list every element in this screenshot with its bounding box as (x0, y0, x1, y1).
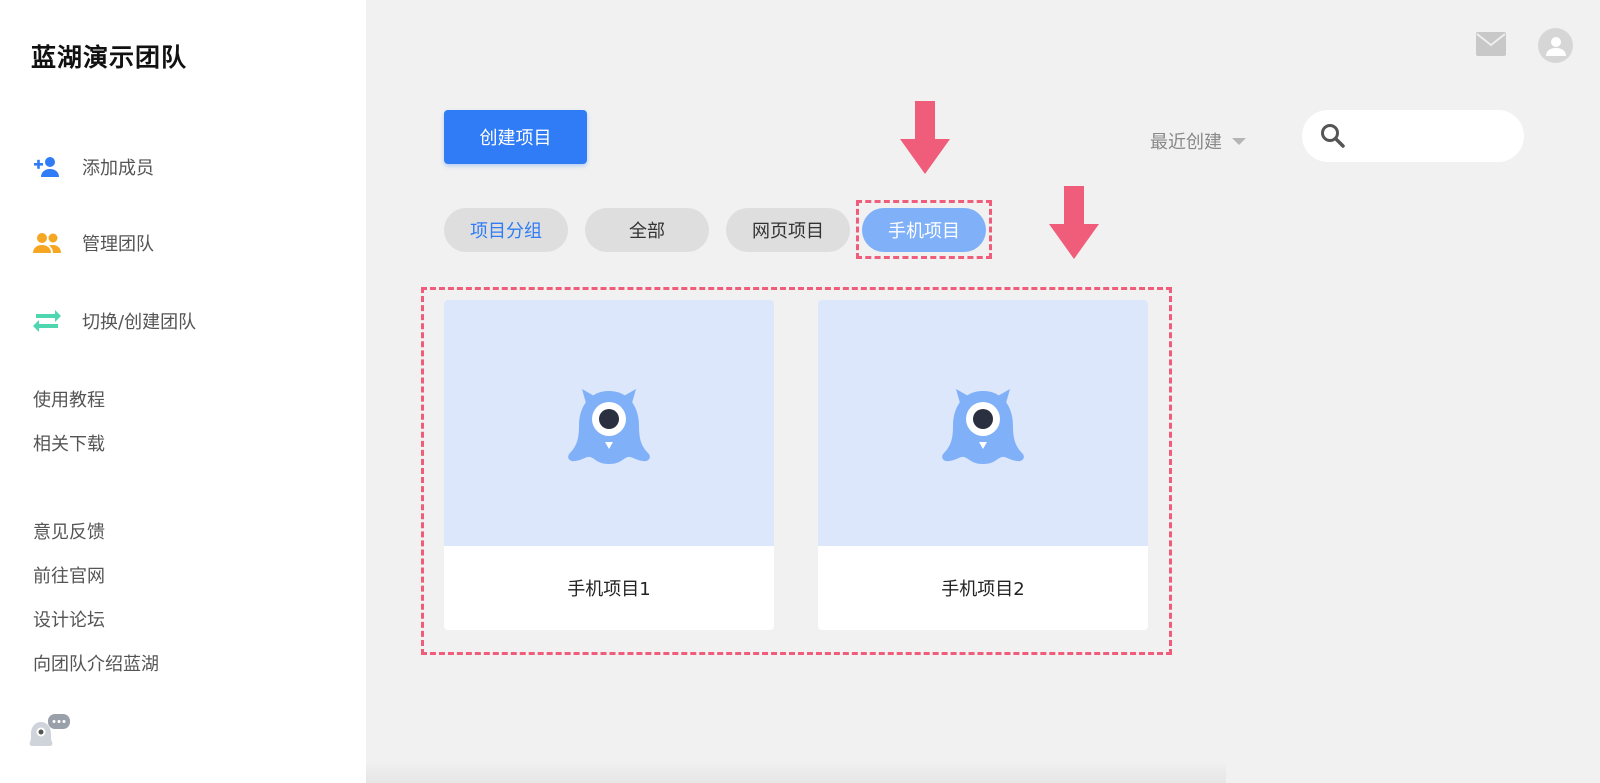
team-icon (32, 228, 62, 258)
menu-label: 管理团队 (82, 234, 154, 255)
down-arrow-icon (900, 101, 950, 174)
official-site-link[interactable]: 前往官网 (33, 562, 105, 588)
search-icon (1321, 124, 1345, 148)
project-thumbnail (444, 300, 774, 546)
add-user-icon (32, 152, 62, 182)
user-icon (1545, 36, 1566, 56)
add-member-menu-item[interactable]: 添加成员 (32, 150, 154, 184)
project-card[interactable]: 手机项目2 (818, 300, 1148, 630)
team-title: 蓝湖演示团队 (31, 43, 188, 72)
mascot-icon (568, 389, 650, 464)
sort-dropdown[interactable]: 最近创建 (1150, 128, 1246, 154)
filter-chip-web[interactable]: 网页项目 (726, 208, 850, 252)
sidebar: 蓝湖演示团队 添加成员 管理团队 切换/创建团队 使用教程 相关下载 意见反馈 … (0, 0, 366, 783)
project-name: 手机项目2 (941, 579, 1025, 600)
bottom-shadow (366, 760, 1226, 783)
filter-chip-project-group[interactable]: 项目分组 (444, 208, 568, 252)
create-project-button[interactable]: 创建项目 (444, 110, 587, 164)
search-box[interactable] (1302, 110, 1524, 162)
project-thumbnail (818, 300, 1148, 546)
mail-icon[interactable] (1476, 32, 1506, 56)
chat-bot-icon[interactable] (28, 712, 72, 748)
manage-team-menu-item[interactable]: 管理团队 (32, 226, 154, 260)
down-arrow-icon (1049, 186, 1099, 259)
switch-icon (32, 306, 62, 336)
sort-label: 最近创建 (1150, 132, 1222, 153)
main-content: 创建项目 最近创建 项目分组 全部 网页项目 手机项目 手机项目1 手机项目2 (366, 0, 1600, 783)
search-input[interactable] (1356, 127, 1516, 145)
menu-label: 添加成员 (82, 158, 154, 179)
project-name: 手机项目1 (567, 579, 651, 600)
filter-chip-all[interactable]: 全部 (585, 208, 709, 252)
downloads-link[interactable]: 相关下载 (33, 430, 105, 456)
menu-label: 切换/创建团队 (82, 312, 197, 333)
mascot-icon (942, 389, 1024, 464)
feedback-link[interactable]: 意见反馈 (33, 518, 105, 544)
introduce-lanhu-link[interactable]: 向团队介绍蓝湖 (33, 650, 159, 676)
project-card[interactable]: 手机项目1 (444, 300, 774, 630)
design-forum-link[interactable]: 设计论坛 (33, 606, 105, 632)
user-avatar[interactable] (1538, 28, 1573, 63)
tutorial-link[interactable]: 使用教程 (33, 386, 105, 412)
caret-down-icon (1232, 137, 1246, 145)
highlight-box-filter (856, 200, 992, 259)
switch-team-menu-item[interactable]: 切换/创建团队 (32, 304, 196, 338)
